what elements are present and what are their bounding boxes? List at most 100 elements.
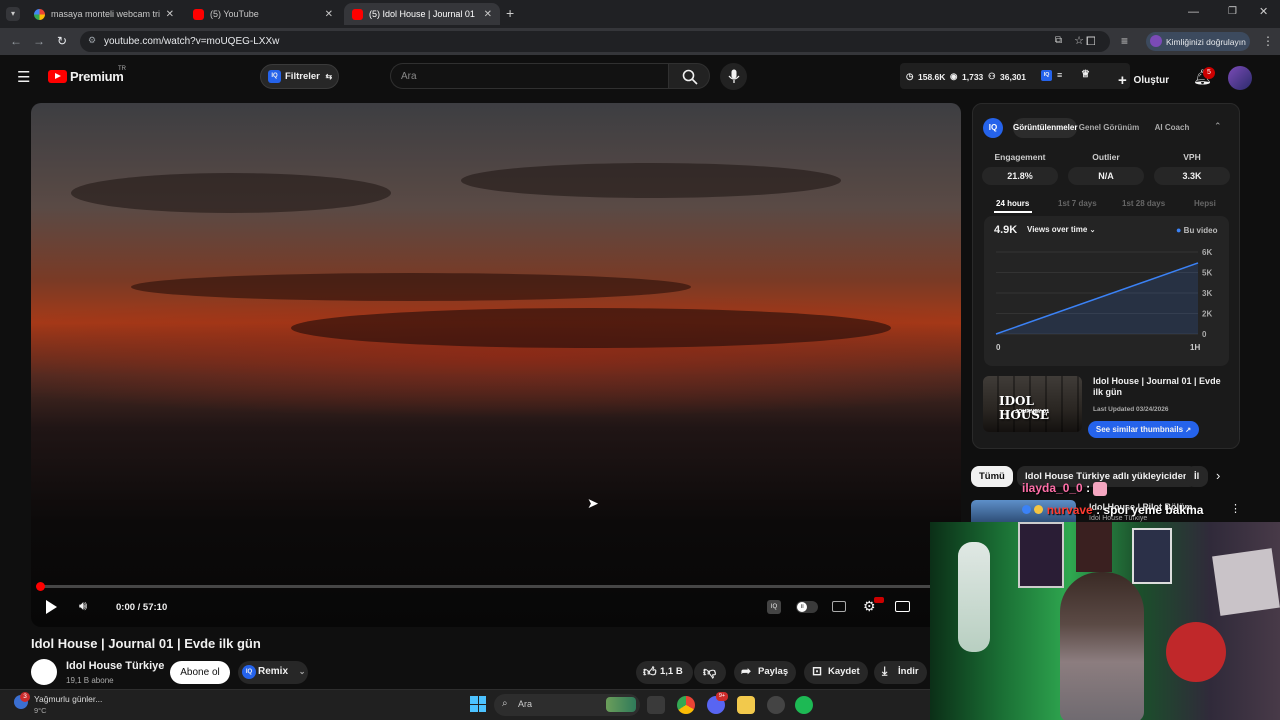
identity-button[interactable]: Kimliğinizi doğrulayın [1146, 32, 1250, 51]
app-icon[interactable] [767, 696, 785, 714]
range-all[interactable]: Hepsi [1194, 199, 1216, 208]
metric-label: Engagement [994, 152, 1046, 162]
url-field[interactable]: ⚙ youtube.com/watch?v=moUQEG-LXXw ⧉ ☆ [80, 31, 1110, 52]
cloud-shape [461, 163, 841, 198]
more-options-icon[interactable]: ⋮ [1230, 502, 1241, 515]
autoplay-toggle[interactable]: ॥ [796, 601, 818, 613]
close-tab-icon[interactable]: ✕ [325, 9, 333, 20]
windows-start-icon[interactable] [470, 696, 486, 712]
cloud-shape [291, 308, 891, 348]
dislike-button[interactable]: 👎︎ [694, 661, 726, 684]
close-tab-icon[interactable]: ✕ [166, 9, 174, 20]
sliders-icon: ⇆ [325, 72, 333, 81]
tab-webcam-search[interactable]: masaya monteli webcam tripot ✕ [26, 3, 182, 25]
trophy-icon[interactable]: ♕ [1081, 69, 1090, 80]
chevron-down-icon: ⌄ [298, 667, 306, 676]
back-icon[interactable]: ← [10, 34, 22, 48]
video-title: Idol House | Journal 01 | Evde ilk gün [31, 636, 261, 651]
weather-badge: 3 [20, 692, 30, 702]
tab-ai-coach[interactable]: AI Coach [1144, 118, 1200, 138]
reading-list-icon[interactable]: ≡ [1121, 34, 1128, 48]
tab-views[interactable]: Görüntülenmeler [1013, 118, 1077, 138]
user-avatar[interactable] [1228, 66, 1252, 90]
theater-mode-icon[interactable] [895, 601, 910, 612]
filters-button[interactable]: IQ Filtreler ⇆ [260, 64, 339, 89]
subscribe-button[interactable]: Abone ol [170, 661, 230, 684]
search-input[interactable]: Ara [390, 63, 668, 89]
spotify-icon[interactable] [795, 696, 813, 714]
tab-youtube[interactable]: (5) YouTube ✕ [185, 3, 341, 25]
region-code: TR [118, 66, 126, 72]
mouse-cursor-icon: ➤ [587, 495, 599, 511]
person [1060, 572, 1144, 720]
video-thumbnail[interactable]: IDOL HOUSE JOURNEY 01 [983, 376, 1082, 432]
iq-player-icon[interactable]: IQ [767, 600, 781, 614]
eye-icon: ◉ [950, 71, 958, 81]
range-28-days[interactable]: 1st 28 days [1122, 199, 1165, 208]
chip-related[interactable]: İl [1186, 466, 1208, 487]
poster [1212, 548, 1280, 616]
extensions-icon[interactable]: ⧠ [1086, 34, 1096, 49]
search-icon: ⌕ [502, 698, 508, 709]
maximize-icon[interactable]: ❐ [1228, 6, 1237, 17]
pause-icon: ॥ [797, 602, 807, 612]
poster [1076, 522, 1112, 572]
list-icon[interactable]: ≡ [1057, 70, 1062, 80]
new-tab-icon[interactable]: + [506, 5, 514, 21]
tab-overview[interactable]: Genel Görünüm [1078, 118, 1140, 138]
progress-scrubber[interactable] [36, 582, 45, 591]
premium-logo-text[interactable]: Premium [70, 69, 124, 84]
taskbar-search[interactable]: ⌕ Ara [494, 694, 640, 716]
microphone-icon [728, 69, 740, 83]
chat-message: nurvave : spoi yeme bakma [1022, 503, 1203, 517]
close-window-icon[interactable]: ✕ [1259, 5, 1268, 18]
search-icon [682, 69, 698, 85]
emote-icon [1093, 481, 1108, 496]
site-info-icon[interactable]: ⚙ [88, 35, 96, 46]
video-player[interactable]: ➤ [31, 103, 961, 627]
collapse-chevron-icon[interactable]: ⌃ [1214, 121, 1222, 132]
bookmark-star-icon[interactable]: ☆ [1074, 34, 1084, 47]
channel-name[interactable]: Idol House Türkiye [66, 660, 164, 672]
install-icon[interactable]: ⧉ [1055, 35, 1062, 46]
remix-button[interactable]: IQ Remix ⌄ [238, 661, 308, 684]
save-button[interactable]: ⊡ Kaydet [804, 661, 868, 684]
discord-badge: 9+ [716, 692, 728, 701]
minimize-icon[interactable]: — [1188, 6, 1199, 18]
channel-avatar[interactable] [31, 659, 57, 685]
chip-all[interactable]: Tümü [971, 466, 1013, 487]
voice-search-button[interactable] [720, 63, 747, 90]
youtube-logo-icon[interactable] [48, 70, 67, 83]
create-button[interactable]: + Oluştur [1118, 66, 1169, 89]
range-7-days[interactable]: 1st 7 days [1058, 199, 1097, 208]
browser-menu-icon[interactable]: ⋮ [1262, 34, 1274, 48]
clock-icon: ◷ [906, 71, 914, 81]
share-button[interactable]: ➦ Paylaş [734, 661, 797, 684]
close-tab-icon[interactable]: ✕ [484, 9, 492, 20]
y-tick-label: 0 [1202, 330, 1207, 339]
range-24h[interactable]: 24 hours [996, 199, 1029, 208]
youtube-icon [193, 8, 204, 20]
y-tick-label: 6K [1202, 248, 1212, 257]
volume-icon[interactable]: 🔊︎ [79, 598, 87, 614]
weather-title[interactable]: Yağmurlu günler... [34, 694, 102, 704]
like-button[interactable]: 👍︎ 1,1 B [636, 661, 693, 684]
tab-idol-house[interactable]: (5) Idol House | Journal 01 | Evde ✕ [344, 3, 500, 25]
chevron-right-icon[interactable]: › [1216, 468, 1220, 483]
forward-icon[interactable]: → [33, 34, 45, 48]
subtitles-icon[interactable] [832, 601, 846, 612]
video-progress-bar[interactable] [38, 585, 953, 588]
iq-icon[interactable]: IQ [1041, 70, 1052, 81]
y-tick-label: 5K [1202, 269, 1212, 278]
play-icon[interactable] [46, 600, 57, 614]
chrome-icon[interactable] [677, 696, 695, 714]
task-view-icon[interactable] [647, 696, 665, 714]
hamburger-menu-icon[interactable]: ☰ [17, 68, 30, 86]
reload-icon[interactable]: ↻ [57, 34, 67, 48]
last-updated: Last Updated 03/24/2026 [1093, 406, 1169, 413]
search-button[interactable] [668, 63, 710, 89]
similar-thumbnails-button[interactable]: See similar thumbnails ↗ [1088, 421, 1199, 438]
download-button[interactable]: ⤓ İndir [874, 661, 927, 684]
file-explorer-icon[interactable] [737, 696, 755, 714]
tab-search-menu-icon[interactable]: ▾ [6, 7, 20, 21]
